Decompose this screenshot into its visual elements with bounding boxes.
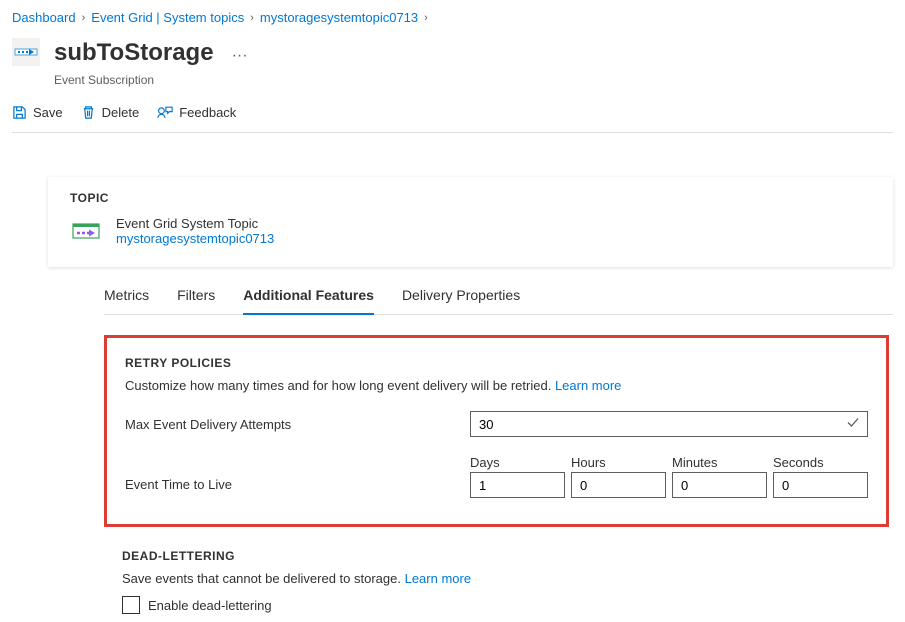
dead-lettering-section: DEAD-LETTERING Save events that cannot b… <box>122 549 889 614</box>
page-title: subToStorage <box>54 39 214 67</box>
delete-label: Delete <box>102 105 140 120</box>
hours-label: Hours <box>571 455 666 470</box>
feedback-button[interactable]: Feedback <box>157 105 236 120</box>
minutes-input[interactable] <box>672 472 767 498</box>
retry-desc-text: Customize how many times and for how lon… <box>125 378 551 393</box>
save-icon <box>12 105 27 120</box>
dead-learn-more-link[interactable]: Learn more <box>405 571 471 586</box>
retry-learn-more-link[interactable]: Learn more <box>555 378 621 393</box>
ttl-label: Event Time to Live <box>125 455 470 492</box>
tab-delivery-properties[interactable]: Delivery Properties <box>402 279 520 315</box>
days-input[interactable] <box>470 472 565 498</box>
tab-filters[interactable]: Filters <box>177 279 215 315</box>
tab-metrics[interactable]: Metrics <box>104 279 149 315</box>
feedback-icon <box>157 105 173 120</box>
days-label: Days <box>470 455 565 470</box>
enable-dead-lettering-checkbox[interactable] <box>122 596 140 614</box>
tabs: Metrics Filters Additional Features Deli… <box>104 279 893 315</box>
retry-policies-panel: RETRY POLICIES Customize how many times … <box>104 335 889 527</box>
breadcrumb-eventgrid[interactable]: Event Grid | System topics <box>91 10 244 25</box>
dead-description: Save events that cannot be delivered to … <box>122 571 889 586</box>
toolbar: Save Delete Feedback <box>12 105 893 133</box>
dead-desc-text: Save events that cannot be delivered to … <box>122 571 401 586</box>
topic-type: Event Grid System Topic <box>116 216 274 231</box>
max-attempts-label: Max Event Delivery Attempts <box>125 417 470 432</box>
more-actions-button[interactable]: ··· <box>226 47 254 65</box>
save-label: Save <box>33 105 63 120</box>
seconds-input[interactable] <box>773 472 868 498</box>
chevron-right-icon: › <box>82 12 86 24</box>
chevron-right-icon: › <box>250 12 254 24</box>
topic-icon <box>70 215 102 247</box>
breadcrumb-systemtopic[interactable]: mystoragesystemtopic0713 <box>260 10 418 25</box>
save-button[interactable]: Save <box>12 105 63 120</box>
minutes-label: Minutes <box>672 455 767 470</box>
max-attempts-input[interactable] <box>470 411 868 437</box>
enable-dead-lettering-label: Enable dead-lettering <box>148 598 272 613</box>
tab-additional-features[interactable]: Additional Features <box>243 279 374 315</box>
delete-icon <box>81 105 96 120</box>
seconds-label: Seconds <box>773 455 868 470</box>
dead-heading: DEAD-LETTERING <box>122 549 889 563</box>
check-icon <box>846 416 860 433</box>
topic-link[interactable]: mystoragesystemtopic0713 <box>116 231 274 246</box>
breadcrumb-dashboard[interactable]: Dashboard <box>12 10 76 25</box>
feedback-label: Feedback <box>179 105 236 120</box>
delete-button[interactable]: Delete <box>81 105 140 120</box>
page-header: subToStorage ··· <box>12 39 893 67</box>
retry-heading: RETRY POLICIES <box>125 356 868 370</box>
topic-heading: TOPIC <box>70 191 871 205</box>
chevron-right-icon: › <box>424 12 428 24</box>
page-subtitle: Event Subscription <box>54 73 893 87</box>
retry-description: Customize how many times and for how lon… <box>125 378 868 393</box>
topic-card: TOPIC Event Grid System Topic mystorages… <box>48 177 893 267</box>
breadcrumb: Dashboard › Event Grid | System topics ›… <box>12 10 893 25</box>
hours-input[interactable] <box>571 472 666 498</box>
subscription-icon <box>12 38 40 66</box>
